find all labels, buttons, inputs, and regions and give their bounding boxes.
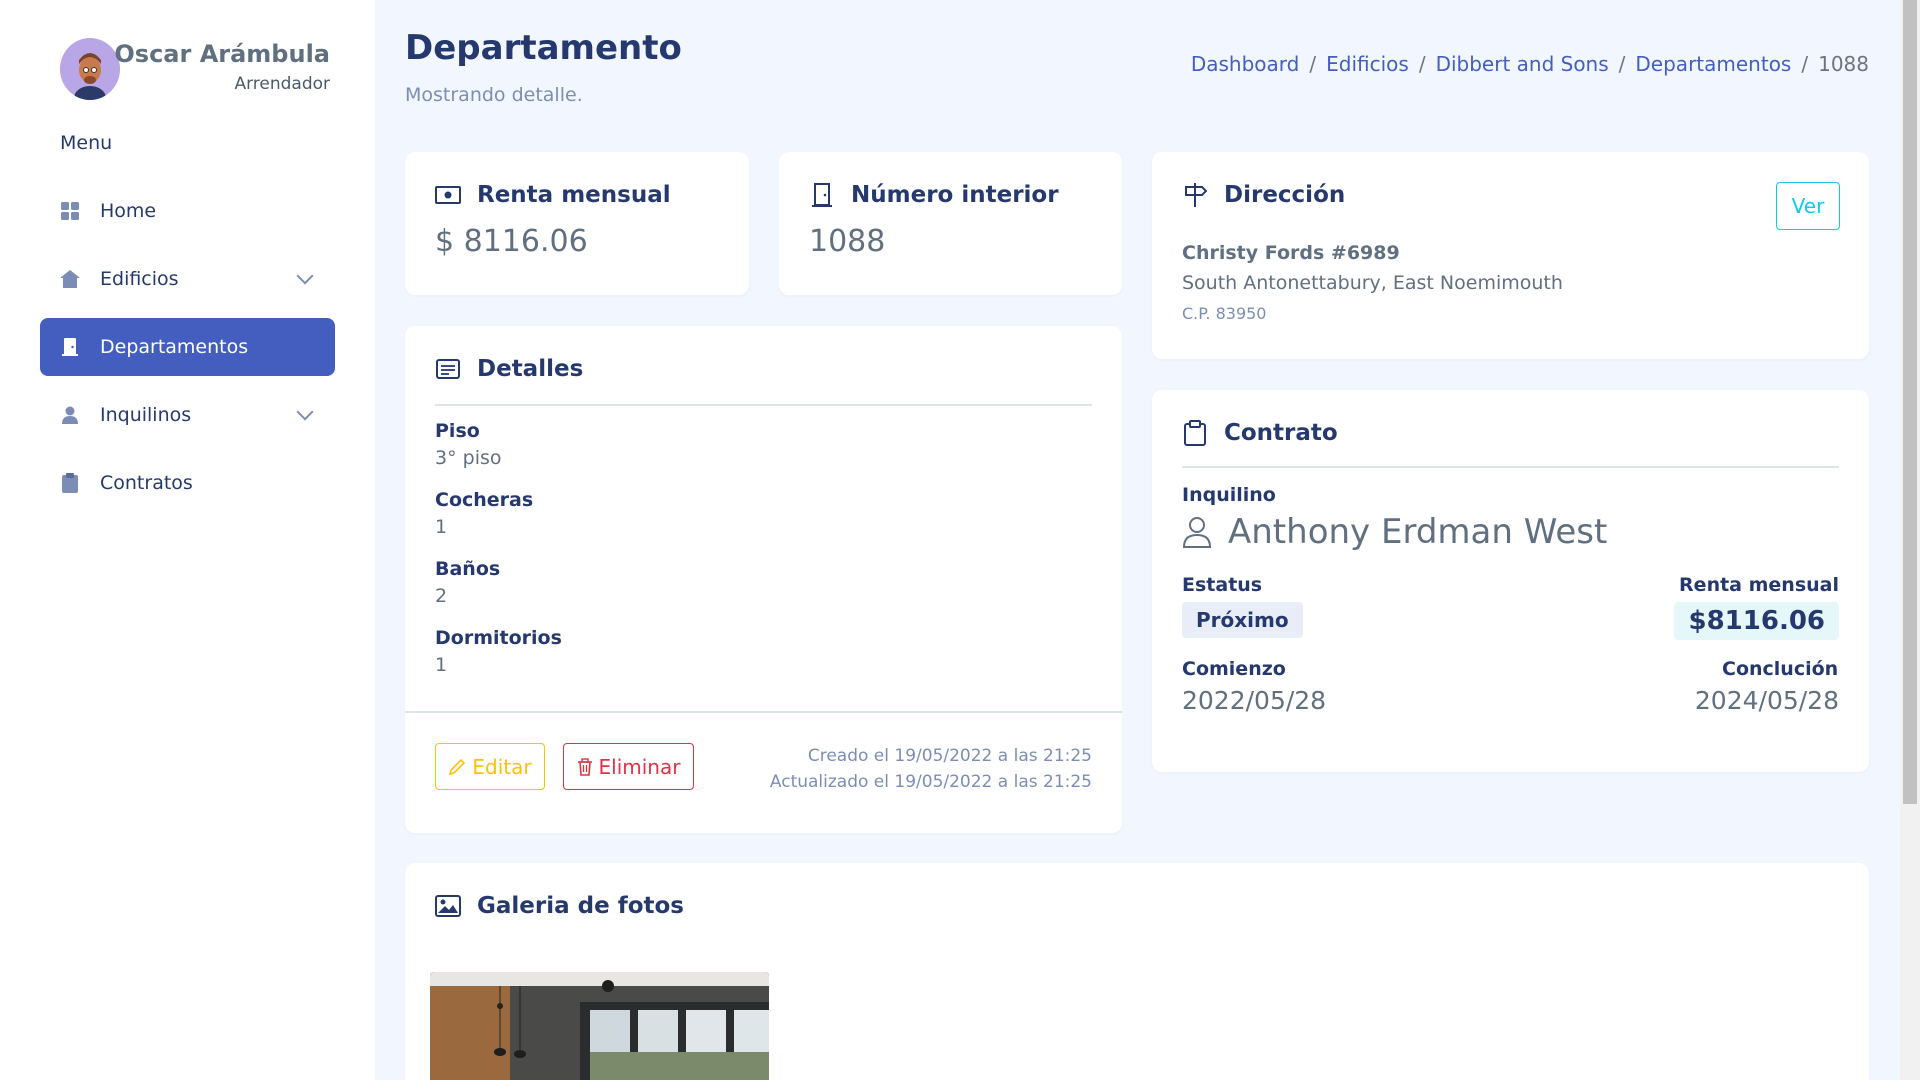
sidebar-item-label: Edificios [100, 268, 179, 290]
contract-card-title: Contrato [1182, 420, 1338, 446]
card-text-icon [435, 356, 461, 382]
created-timestamp: Creado el 19/05/2022 a las 21:25 [807, 746, 1092, 766]
page-title: Departamento [405, 28, 682, 68]
sidebar-item-label: Inquilinos [100, 404, 192, 426]
rent-card-title: Renta mensual [435, 182, 671, 208]
details-card: Detalles Piso 3° piso Cocheras 1 Baños 2… [405, 326, 1122, 833]
chevron-down-icon [296, 267, 314, 285]
trash-icon [577, 757, 593, 776]
scrollbar[interactable] [1900, 0, 1920, 1080]
sidebar: Oscar Arámbula Arrendador Menu Home Edif… [0, 0, 375, 1080]
menu-title: Menu [60, 132, 113, 154]
divider [1182, 466, 1839, 468]
user-name: Oscar Arámbula [114, 40, 330, 68]
sidebar-item-edificios[interactable]: Edificios [40, 250, 335, 308]
door-icon [60, 337, 80, 357]
rent-badge: $8116.06 [1674, 602, 1839, 640]
page-subtitle: Mostrando detalle. [405, 84, 583, 106]
address-card: Dirección Ver Christy Fords #6989 South … [1152, 152, 1869, 359]
person-icon [60, 405, 80, 425]
pencil-icon [448, 758, 466, 776]
status-badge: Próximo [1182, 602, 1303, 638]
user-profile: Oscar Arámbula Arrendador [60, 38, 330, 100]
view-address-button[interactable]: Ver [1776, 182, 1840, 230]
status-label: Estatus [1182, 574, 1263, 596]
detail-value: 1 [435, 516, 448, 538]
grid-icon [60, 201, 80, 221]
chevron-down-icon [296, 403, 314, 421]
cash-icon [435, 182, 461, 208]
interior-number-card: Número interior 1088 [779, 152, 1122, 295]
gallery-card-title: Galeria de fotos [435, 893, 684, 919]
updated-timestamp: Actualizado el 19/05/2022 a las 21:25 [769, 772, 1092, 792]
sidebar-item-label: Departamentos [100, 336, 249, 358]
address-line2: South Antonettabury, East Noemimouth [1182, 272, 1563, 294]
interior-card-title: Número interior [809, 182, 1059, 208]
end-label: Conclución [1722, 658, 1839, 680]
sidebar-item-label: Contratos [100, 472, 193, 494]
rent-value: $ 8116.06 [435, 224, 588, 259]
signpost-icon [1182, 182, 1208, 208]
breadcrumb-link[interactable]: Dibbert and Sons [1436, 52, 1609, 76]
building-icon [60, 269, 80, 289]
tenant-label: Inquilino [1182, 484, 1276, 506]
avatar[interactable] [60, 38, 120, 100]
interior-value: 1088 [809, 224, 886, 259]
breadcrumb-link[interactable]: Departamentos [1635, 52, 1791, 76]
sidebar-item-departamentos[interactable]: Departamentos [40, 318, 335, 376]
start-label: Comienzo [1182, 658, 1286, 680]
image-icon [435, 893, 461, 919]
start-value: 2022/05/28 [1182, 686, 1327, 715]
clipboard-icon [60, 473, 80, 493]
scrollbar-thumb[interactable] [1903, 0, 1917, 804]
gallery-photo[interactable] [430, 972, 769, 1080]
sidebar-item-contratos[interactable]: Contratos [40, 454, 335, 512]
address-line1: Christy Fords #6989 [1182, 242, 1400, 264]
rent-card: Renta mensual $ 8116.06 [405, 152, 749, 295]
end-value: 2024/05/28 [1694, 686, 1839, 715]
breadcrumb-link[interactable]: Dashboard [1191, 52, 1300, 76]
address-card-title: Dirección [1182, 182, 1345, 208]
sidebar-item-home[interactable]: Home [40, 182, 335, 240]
door-icon [809, 182, 835, 208]
detail-label: Cocheras [435, 489, 534, 511]
sidebar-item-inquilinos[interactable]: Inquilinos [40, 386, 335, 444]
detail-value: 2 [435, 585, 448, 607]
breadcrumb: Dashboard / Edificios / Dibbert and Sons… [1190, 52, 1869, 76]
address-postal-code: C.P. 83950 [1182, 304, 1267, 323]
breadcrumb-current: 1088 [1818, 52, 1869, 76]
delete-button[interactable]: Eliminar [563, 743, 694, 790]
contract-card: Contrato Inquilino Anthony Erdman West E… [1152, 390, 1869, 772]
user-role: Arrendador [234, 74, 330, 94]
sidebar-nav: Home Edificios Departamentos Inquilinos [40, 182, 335, 522]
divider [405, 711, 1122, 713]
detail-label: Baños [435, 558, 501, 580]
detail-label: Dormitorios [435, 627, 562, 649]
details-card-title: Detalles [435, 356, 583, 382]
tenant-name: Anthony Erdman West [1228, 512, 1608, 552]
edit-button[interactable]: Editar [435, 743, 545, 790]
tenant-row[interactable]: Anthony Erdman West [1182, 512, 1607, 552]
rent-label: Renta mensual [1679, 574, 1839, 596]
clipboard-icon [1182, 420, 1208, 446]
detail-label: Piso [435, 420, 480, 442]
person-icon [1182, 516, 1212, 548]
detail-value: 1 [435, 654, 448, 676]
divider [435, 404, 1092, 406]
sidebar-item-label: Home [100, 200, 157, 222]
breadcrumb-link[interactable]: Edificios [1326, 52, 1409, 76]
detail-value: 3° piso [435, 447, 502, 469]
